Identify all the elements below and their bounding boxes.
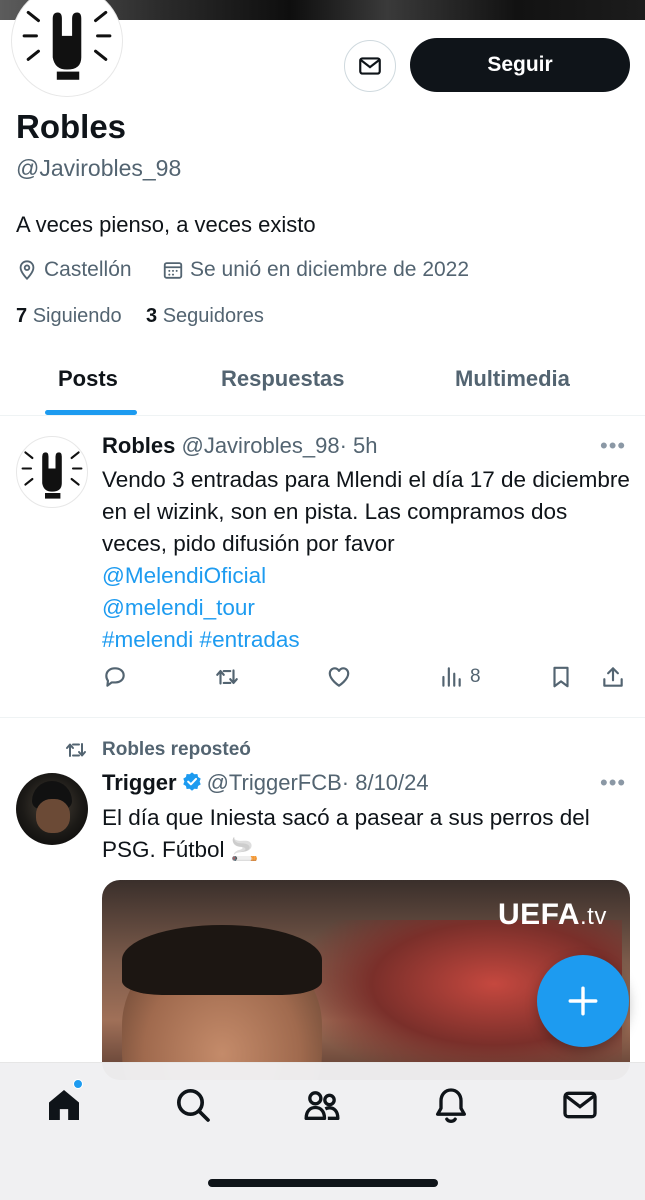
nav-communities[interactable] — [302, 1085, 342, 1125]
reply-button[interactable] — [102, 664, 128, 690]
post-actions: 8 — [102, 664, 632, 700]
post-header: Trigger @TriggerFCB· 8/10/24 — [102, 770, 429, 796]
followers-label: Seguidores — [162, 305, 264, 327]
nav-notifications[interactable] — [431, 1085, 471, 1125]
like-button[interactable] — [326, 664, 352, 690]
verified-icon — [182, 772, 201, 791]
messages-icon — [563, 1091, 597, 1119]
share-button[interactable] — [600, 664, 626, 690]
following-link[interactable]: 7 Siguiendo — [16, 305, 122, 328]
bookmark-icon — [553, 666, 569, 688]
hashtag-links[interactable]: #melendi #entradas — [102, 624, 632, 656]
profile-joined: Se unió en diciembre de 2022 — [162, 258, 469, 282]
more-options-icon[interactable]: ••• — [600, 770, 626, 796]
post-header: Robles @Javirobles_98· 5h — [102, 433, 378, 459]
watermark-suffix: .tv — [580, 903, 607, 930]
plus-icon — [568, 986, 598, 1016]
tab-posts[interactable]: Posts — [58, 366, 118, 392]
home-indicator — [208, 1179, 438, 1187]
post-text: Vendo 3 entradas para Mlendi el día 17 d… — [102, 464, 632, 656]
location-text: Castellón — [44, 258, 132, 281]
bookmark-button[interactable] — [548, 664, 574, 690]
reply-icon — [105, 667, 125, 687]
views-count: 8 — [470, 666, 481, 687]
bottom-navigation — [0, 1062, 645, 1200]
follow-button[interactable]: Seguir — [410, 38, 630, 92]
profile-name: Robles — [16, 108, 127, 145]
mention-link[interactable]: @MelendiOficial — [102, 560, 632, 592]
retweet-button[interactable] — [214, 664, 240, 690]
post-divider — [0, 717, 645, 718]
watermark-main: UEFA — [498, 898, 581, 931]
location-icon — [19, 260, 35, 281]
compose-button[interactable] — [537, 955, 629, 1047]
profile-tabs: Posts Respuestas Multimedia — [0, 348, 645, 416]
nav-home[interactable] — [44, 1085, 84, 1125]
communities-icon — [304, 1091, 340, 1120]
profile-avatar[interactable] — [12, 0, 122, 96]
views-button[interactable]: 8 — [438, 664, 481, 690]
message-button[interactable] — [344, 40, 396, 92]
rock-hand-icon — [21, 451, 83, 499]
tab-replies[interactable]: Respuestas — [221, 366, 345, 392]
home-icon — [49, 1090, 79, 1120]
post-body: Vendo 3 entradas para Mlendi el día 17 d… — [102, 467, 630, 556]
views-icon — [442, 667, 461, 687]
post-handle[interactable]: @TriggerFCB — [207, 770, 342, 795]
post-avatar[interactable] — [16, 436, 88, 508]
followers-count: 3 — [146, 305, 158, 327]
rock-hand-icon — [22, 10, 112, 80]
notification-dot — [73, 1079, 83, 1089]
mention-link[interactable]: @melendi_tour — [102, 592, 632, 624]
post-time: · 5h — [339, 433, 378, 458]
post-avatar[interactable] — [16, 773, 88, 845]
joined-text: Se unió en diciembre de 2022 — [190, 258, 470, 281]
active-tab-indicator — [45, 410, 137, 415]
like-icon — [328, 667, 350, 687]
more-options-icon[interactable]: ••• — [600, 433, 626, 459]
retweet-icon — [66, 743, 86, 757]
following-count: 7 — [16, 305, 28, 327]
retweet-icon — [216, 669, 238, 685]
post-author[interactable]: Robles — [102, 433, 175, 458]
post-time: · 8/10/24 — [341, 770, 429, 795]
calendar-icon — [163, 262, 183, 279]
nav-search[interactable] — [173, 1085, 213, 1125]
mail-icon — [359, 57, 381, 75]
share-icon — [603, 667, 623, 687]
profile-handle: @Javirobles_98 — [16, 155, 182, 181]
profile-location: Castellón — [16, 258, 132, 282]
following-label: Siguiendo — [32, 305, 122, 327]
followers-link[interactable]: 3 Seguidores — [146, 305, 264, 328]
post-handle[interactable]: @Javirobles_98 — [181, 433, 339, 458]
uefa-tv-watermark: UEFA.tv — [498, 898, 607, 932]
repost-indicator: Robles reposteó — [64, 738, 251, 762]
profile-bio: A veces pienso, a veces existo — [16, 212, 316, 237]
notifications-icon — [436, 1088, 466, 1124]
repost-label[interactable]: Robles reposteó — [102, 739, 251, 761]
post-body: El día que Iniesta sacó a pasear a sus p… — [102, 805, 590, 862]
tab-media[interactable]: Multimedia — [455, 366, 570, 392]
nav-messages[interactable] — [560, 1085, 600, 1125]
search-icon — [177, 1089, 210, 1122]
post-author[interactable]: Trigger — [102, 770, 177, 795]
